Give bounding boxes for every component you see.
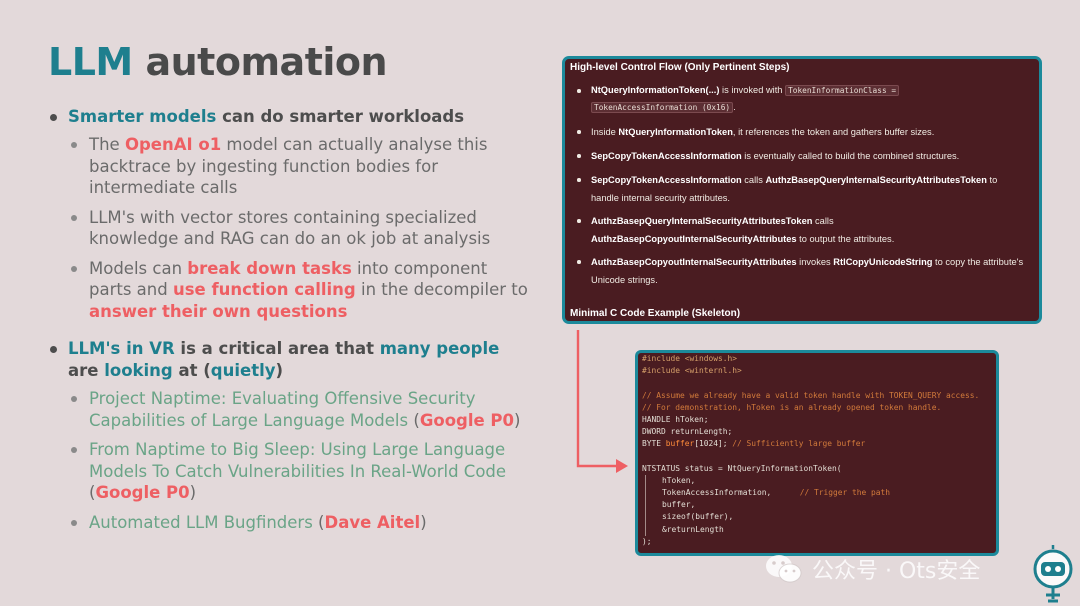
code-line: &returnLength bbox=[642, 523, 979, 537]
sub-bullet-vector-stores: LLM's with vector stores containing spec… bbox=[48, 207, 528, 250]
sub-bullet-text: ) bbox=[189, 483, 197, 502]
code-line: HANDLE hToken; bbox=[642, 414, 709, 424]
code-line: NTSTATUS status = NtQueryInformationToke… bbox=[642, 463, 842, 473]
dave-aitel-link[interactable]: Dave Aitel bbox=[325, 513, 421, 532]
bullet-llms-in-vr: LLM's in VR is a critical area that many… bbox=[48, 338, 528, 382]
bullet-highlight: looking bbox=[104, 361, 173, 380]
sub-bullet-highlight: answer their own questions bbox=[89, 301, 348, 321]
function-name: SepCopyTokenAccessInformation bbox=[591, 151, 742, 161]
sub-bullet-text: ) bbox=[420, 512, 427, 532]
control-flow-step: AuthzBasepQueryInternalSecurityAttribute… bbox=[575, 212, 1025, 248]
bullet-highlight: LLM's in VR bbox=[68, 339, 175, 358]
inline-code: TokenAccessInformation (0x16) bbox=[591, 102, 734, 113]
step-text: is invoked with bbox=[719, 85, 786, 95]
sub-bullet-bugfinders: Automated LLM Bugfinders (Dave Aitel) bbox=[48, 512, 528, 534]
watermark: 公众号 · Ots安全 bbox=[764, 545, 1080, 606]
function-name: NtQueryInformationToken bbox=[618, 127, 733, 137]
bullet-text: is a critical area that bbox=[174, 339, 380, 358]
sub-bullet-text: in the decompiler to bbox=[355, 280, 528, 299]
bullet-highlight: quietly bbox=[210, 361, 276, 380]
code-line: // Assume we already have a valid token … bbox=[642, 390, 980, 400]
sub-bullet-big-sleep: From Naptime to Big Sleep: Using Large L… bbox=[48, 439, 528, 504]
bullet-smarter-models: Smarter models can do smarter workloads bbox=[48, 106, 528, 128]
sub-bullet-highlight: use function calling bbox=[172, 280, 356, 299]
function-name: SepCopyTokenAccessInformation bbox=[591, 175, 742, 185]
panel-footer: Minimal C Code Example (Skeleton) bbox=[570, 308, 741, 319]
sub-bullet-text: ( bbox=[408, 410, 420, 430]
watermark-text: 公众号 · Ots安全 bbox=[812, 559, 981, 584]
bullet-text: ) bbox=[275, 361, 284, 380]
function-name: AuthzBasepQueryInternalSecurityAttribute… bbox=[591, 216, 813, 226]
code-token: BYTE bbox=[642, 439, 666, 449]
sub-bullet-text: ) bbox=[514, 410, 521, 430]
panel-header: High-level Control Flow (Only Pertinent … bbox=[570, 62, 790, 73]
code-line: #include <windows.h> bbox=[642, 354, 738, 363]
step-text: to output the attributes. bbox=[796, 234, 895, 244]
step-text: calls bbox=[812, 216, 834, 226]
sub-bullet-openai: The OpenAI o1 model can actually analyse… bbox=[48, 134, 528, 199]
bullet-text: are bbox=[68, 361, 105, 380]
sub-bullet-highlight: break down tasks bbox=[187, 258, 352, 278]
code-token: [1024]; bbox=[694, 439, 733, 449]
arrow-head bbox=[616, 459, 628, 473]
code-line: #include <winternl.h> bbox=[642, 366, 742, 376]
sub-bullet-models-break-down: Models can break down tasks into compone… bbox=[48, 258, 528, 323]
code-line: // For demonstration, hToken is an alrea… bbox=[642, 402, 942, 412]
sub-bullet-text: LLM's with vector stores containing spec… bbox=[89, 207, 491, 249]
control-flow-panel: High-level Control Flow (Only Pertinent … bbox=[562, 56, 1042, 324]
bullet-list: Smarter models can do smarter workloads … bbox=[48, 106, 528, 533]
control-flow-step: AuthzBasepCopyoutInternalSecurityAttribu… bbox=[575, 253, 1025, 289]
control-flow-step: SepCopyTokenAccessInformation is eventua… bbox=[575, 147, 1025, 165]
step-text: calls bbox=[741, 175, 766, 185]
code-line: BYTE buffer[1024]; // Sufficiently large… bbox=[642, 438, 979, 450]
step-text: Inside bbox=[591, 127, 619, 137]
control-flow-step: Inside NtQueryInformationToken, it refer… bbox=[575, 123, 1025, 141]
step-text: invokes bbox=[796, 257, 834, 267]
code-comment: // Trigger the path bbox=[799, 488, 891, 498]
code-line: DWORD returnLength; bbox=[642, 427, 733, 437]
wechat-icon bbox=[766, 555, 802, 583]
sub-bullet-highlight: OpenAI o1 bbox=[124, 135, 222, 154]
code-token: buffer bbox=[665, 439, 695, 449]
function-name: RtlCopyUnicodeString bbox=[833, 257, 933, 267]
google-p0-link[interactable]: Google P0 bbox=[420, 411, 514, 430]
sub-bullet-naptime: Project Naptime: Evaluating Offensive Se… bbox=[48, 388, 528, 431]
function-name: NtQueryInformationToken(...) bbox=[591, 85, 720, 95]
bullet-text: can do smarter workloads bbox=[216, 107, 465, 126]
title-rest: automation bbox=[145, 40, 388, 84]
slide-title: LLM automation bbox=[48, 40, 388, 84]
arrow-line bbox=[576, 330, 618, 468]
function-name: AuthzBasepCopyoutInternalSecurityAttribu… bbox=[591, 234, 797, 244]
function-name: AuthzBasepCopyoutInternalSecurityAttribu… bbox=[591, 257, 797, 267]
code-lines: #include <windows.h> #include <winternl.… bbox=[642, 353, 979, 548]
step-text: is eventually called to build the combin… bbox=[741, 151, 960, 161]
step-text: , it references the token and gathers bu… bbox=[732, 127, 935, 137]
code-snippet: #include <windows.h> #include <winternl.… bbox=[635, 350, 999, 556]
bullet-highlight: Smarter models bbox=[68, 107, 217, 126]
code-line: TokenAccessInformation, // Trigger the p… bbox=[642, 487, 979, 500]
big-sleep-link[interactable]: From Naptime to Big Sleep: Using Large L… bbox=[89, 440, 506, 481]
code-line: sizeof(buffer), bbox=[642, 511, 979, 524]
code-line: hToken, bbox=[642, 474, 979, 488]
sub-bullet-text: ( bbox=[312, 512, 325, 532]
sub-bullet-text: Models can bbox=[89, 258, 188, 278]
title-accent: LLM bbox=[48, 40, 133, 84]
code-token: TokenAccessInformation, bbox=[662, 488, 800, 498]
google-p0-link[interactable]: Google P0 bbox=[95, 483, 189, 502]
robot-logo bbox=[1033, 545, 1073, 603]
bullet-text: at ( bbox=[172, 361, 211, 380]
step-text: . bbox=[733, 102, 736, 112]
control-flow-step: SepCopyTokenAccessInformation calls Auth… bbox=[575, 171, 1025, 207]
code-comment: // Sufficiently large buffer bbox=[732, 439, 866, 449]
function-name: AuthzBasepQueryInternalSecurityAttribute… bbox=[765, 175, 987, 185]
inline-code: TokenInformationClass = bbox=[785, 85, 900, 96]
sub-bullet-text: The bbox=[89, 135, 125, 154]
bullet-highlight: many people bbox=[379, 339, 500, 358]
control-flow-steps: NtQueryInformationToken(...) is invoked … bbox=[575, 81, 1025, 289]
code-line: buffer, bbox=[642, 499, 979, 512]
bugfinders-link[interactable]: Automated LLM Bugfinders bbox=[89, 513, 313, 532]
control-flow-step: NtQueryInformationToken(...) is invoked … bbox=[575, 82, 1025, 116]
